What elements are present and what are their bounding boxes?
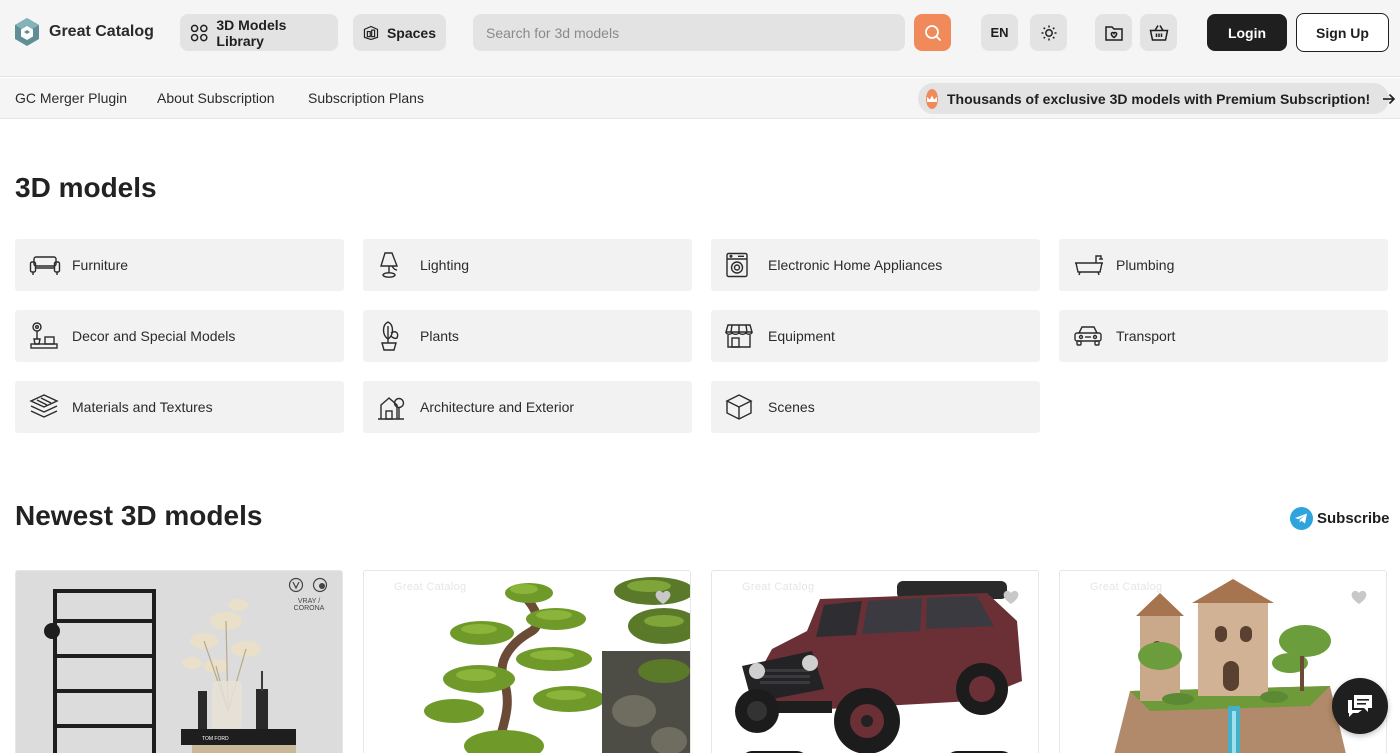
signup-button[interactable]: Sign Up [1296, 13, 1389, 52]
premium-promo-banner[interactable]: Thousands of exclusive 3D models with Pr… [918, 83, 1396, 114]
layers-icon [29, 392, 63, 422]
category-label: Plumbing [1116, 257, 1175, 273]
render-engine-badge: VRAY / CORONA [282, 577, 336, 612]
store-icon [725, 321, 759, 351]
subnav-link-gc-merger[interactable]: GC Merger Plugin [15, 90, 127, 106]
category-transport[interactable]: Transport [1059, 310, 1388, 362]
category-decor-and-special-models[interactable]: Decor and Special Models [15, 310, 344, 362]
login-button[interactable]: Login [1207, 14, 1287, 51]
category-label: Lighting [420, 257, 470, 273]
telegram-subscribe-link[interactable]: Subscribe [1290, 507, 1390, 530]
basket-icon [1149, 24, 1168, 41]
sofa-icon [29, 250, 63, 280]
favorite-heart-icon[interactable] [1002, 589, 1020, 610]
section-title-newest: Newest 3D models [15, 500, 263, 531]
grid-circles-icon [190, 24, 208, 41]
folder-heart-icon [1104, 25, 1123, 41]
logo-text: Great Catalog [49, 23, 154, 40]
sub-navigation: GC Merger Plugin About Subscription Subs… [0, 78, 1400, 119]
category-materials-and-textures[interactable]: Materials and Textures [15, 381, 344, 433]
model-thumbnail-castle [1114, 579, 1346, 753]
favorite-heart-icon[interactable] [1350, 589, 1368, 610]
subnav-link-about-subscription[interactable]: About Subscription [157, 90, 275, 106]
theme-toggle[interactable] [1030, 14, 1067, 51]
favorites-folder-button[interactable] [1095, 14, 1132, 51]
house-tree-icon [377, 392, 411, 422]
logo-icon [15, 18, 39, 46]
category-scenes[interactable]: Scenes [711, 381, 1040, 433]
washing-machine-icon [725, 250, 759, 280]
arrow-right-icon [1382, 93, 1396, 105]
subscribe-label: Subscribe [1317, 510, 1390, 527]
category-plumbing[interactable]: Plumbing [1059, 239, 1388, 291]
category-label: Equipment [768, 328, 835, 344]
model-thumbnail-bonsai [424, 571, 690, 753]
subnav-link-subscription-plans[interactable]: Subscription Plans [308, 90, 424, 106]
spaces-button[interactable]: Spaces [353, 14, 446, 51]
category-furniture[interactable]: Furniture [15, 239, 344, 291]
signup-label: Sign Up [1316, 24, 1369, 41]
category-label: Architecture and Exterior [420, 399, 575, 415]
search-button[interactable] [914, 14, 951, 51]
vray-corona-logo [288, 577, 328, 593]
category-label: Decor and Special Models [72, 328, 236, 344]
spaces-icon [363, 25, 379, 40]
promo-text: Thousands of exclusive 3D models with Pr… [947, 90, 1371, 107]
search-input[interactable] [473, 14, 905, 51]
decor-icon [29, 321, 63, 351]
plant-icon [377, 321, 411, 351]
category-label: Transport [1116, 328, 1176, 344]
bathtub-icon [1073, 250, 1107, 280]
svg-text:TOM FORD: TOM FORD [202, 736, 229, 742]
chat-icon [1348, 695, 1372, 717]
category-electronic-home-appliances[interactable]: Electronic Home Appliances [711, 239, 1040, 291]
category-label: Materials and Textures [72, 399, 213, 415]
category-label: Scenes [768, 399, 815, 415]
login-label: Login [1227, 24, 1267, 41]
model-thumbnail-jeep [735, 581, 1022, 753]
logo[interactable]: Great Catalog [14, 17, 154, 47]
category-plants[interactable]: Plants [363, 310, 692, 362]
language-label: EN [990, 25, 1009, 40]
search-icon [924, 24, 941, 41]
models-library-label: 3D Models Library [216, 16, 287, 49]
sun-icon [1041, 25, 1056, 40]
category-label: Furniture [72, 257, 129, 273]
category-label: Plants [420, 328, 459, 344]
top-header: Great Catalog 3D Models Library Spaces E… [0, 0, 1400, 77]
category-architecture-and-exterior[interactable]: Architecture and Exterior [363, 381, 692, 433]
category-grid: Furniture Lighting Electronic Home Appli… [15, 239, 1388, 433]
lamp-icon [377, 250, 411, 280]
model-card-2[interactable]: Great Catalog [363, 570, 691, 753]
render-engine-label: VRAY / CORONA [293, 598, 325, 612]
language-button[interactable]: EN [981, 14, 1018, 51]
category-equipment[interactable]: Equipment [711, 310, 1040, 362]
model-card-4[interactable]: Great Catalog [1059, 570, 1387, 753]
favorite-heart-icon[interactable] [654, 589, 672, 610]
models-library-button[interactable]: 3D Models Library [180, 14, 338, 51]
model-card-3[interactable]: Great Catalog [711, 570, 1039, 753]
telegram-icon [1290, 507, 1313, 530]
cart-button[interactable] [1140, 14, 1177, 51]
category-label: Electronic Home Appliances [768, 257, 943, 273]
spaces-label: Spaces [386, 24, 436, 41]
chat-button[interactable] [1332, 678, 1388, 734]
car-icon [1073, 321, 1107, 351]
model-card-1[interactable]: TOM FORD VRAY / CORONA [15, 570, 343, 753]
category-lighting[interactable]: Lighting [363, 239, 692, 291]
box-icon [725, 392, 759, 422]
crown-icon [926, 88, 938, 109]
section-title-3d-models: 3D models [15, 172, 157, 203]
